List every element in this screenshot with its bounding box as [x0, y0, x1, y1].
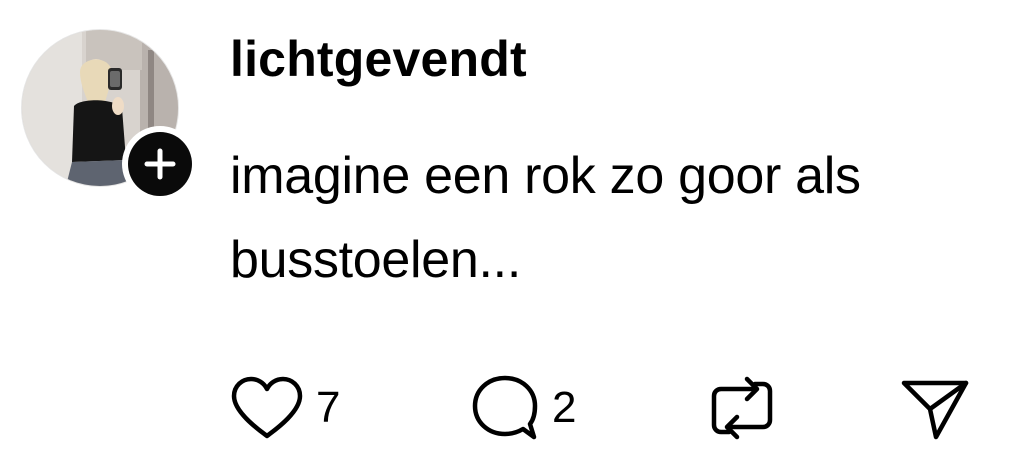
follow-button[interactable]: [122, 126, 198, 202]
heart-icon: [231, 376, 303, 439]
share-button[interactable]: [900, 372, 970, 444]
reply-count: 2: [552, 383, 577, 432]
thread-post: lichtgevendt imagine een rok zo goor als…: [0, 0, 1024, 473]
like-count: 7: [316, 383, 341, 432]
repost-button[interactable]: [707, 372, 777, 444]
follow-button-circle: [128, 132, 192, 196]
action-bar: 7 2: [230, 372, 990, 444]
repost-icon: [711, 376, 773, 440]
like-button[interactable]: 7: [230, 372, 340, 444]
reply-button[interactable]: 2: [470, 372, 576, 444]
send-icon: [901, 380, 969, 440]
post-text: imagine een rok zo goor als busstoelen..…: [230, 147, 861, 289]
avatar-container: [21, 29, 198, 202]
speech-bubble-icon: [472, 375, 538, 440]
username[interactable]: lichtgevendt: [230, 28, 527, 90]
plus-icon: [144, 148, 176, 180]
